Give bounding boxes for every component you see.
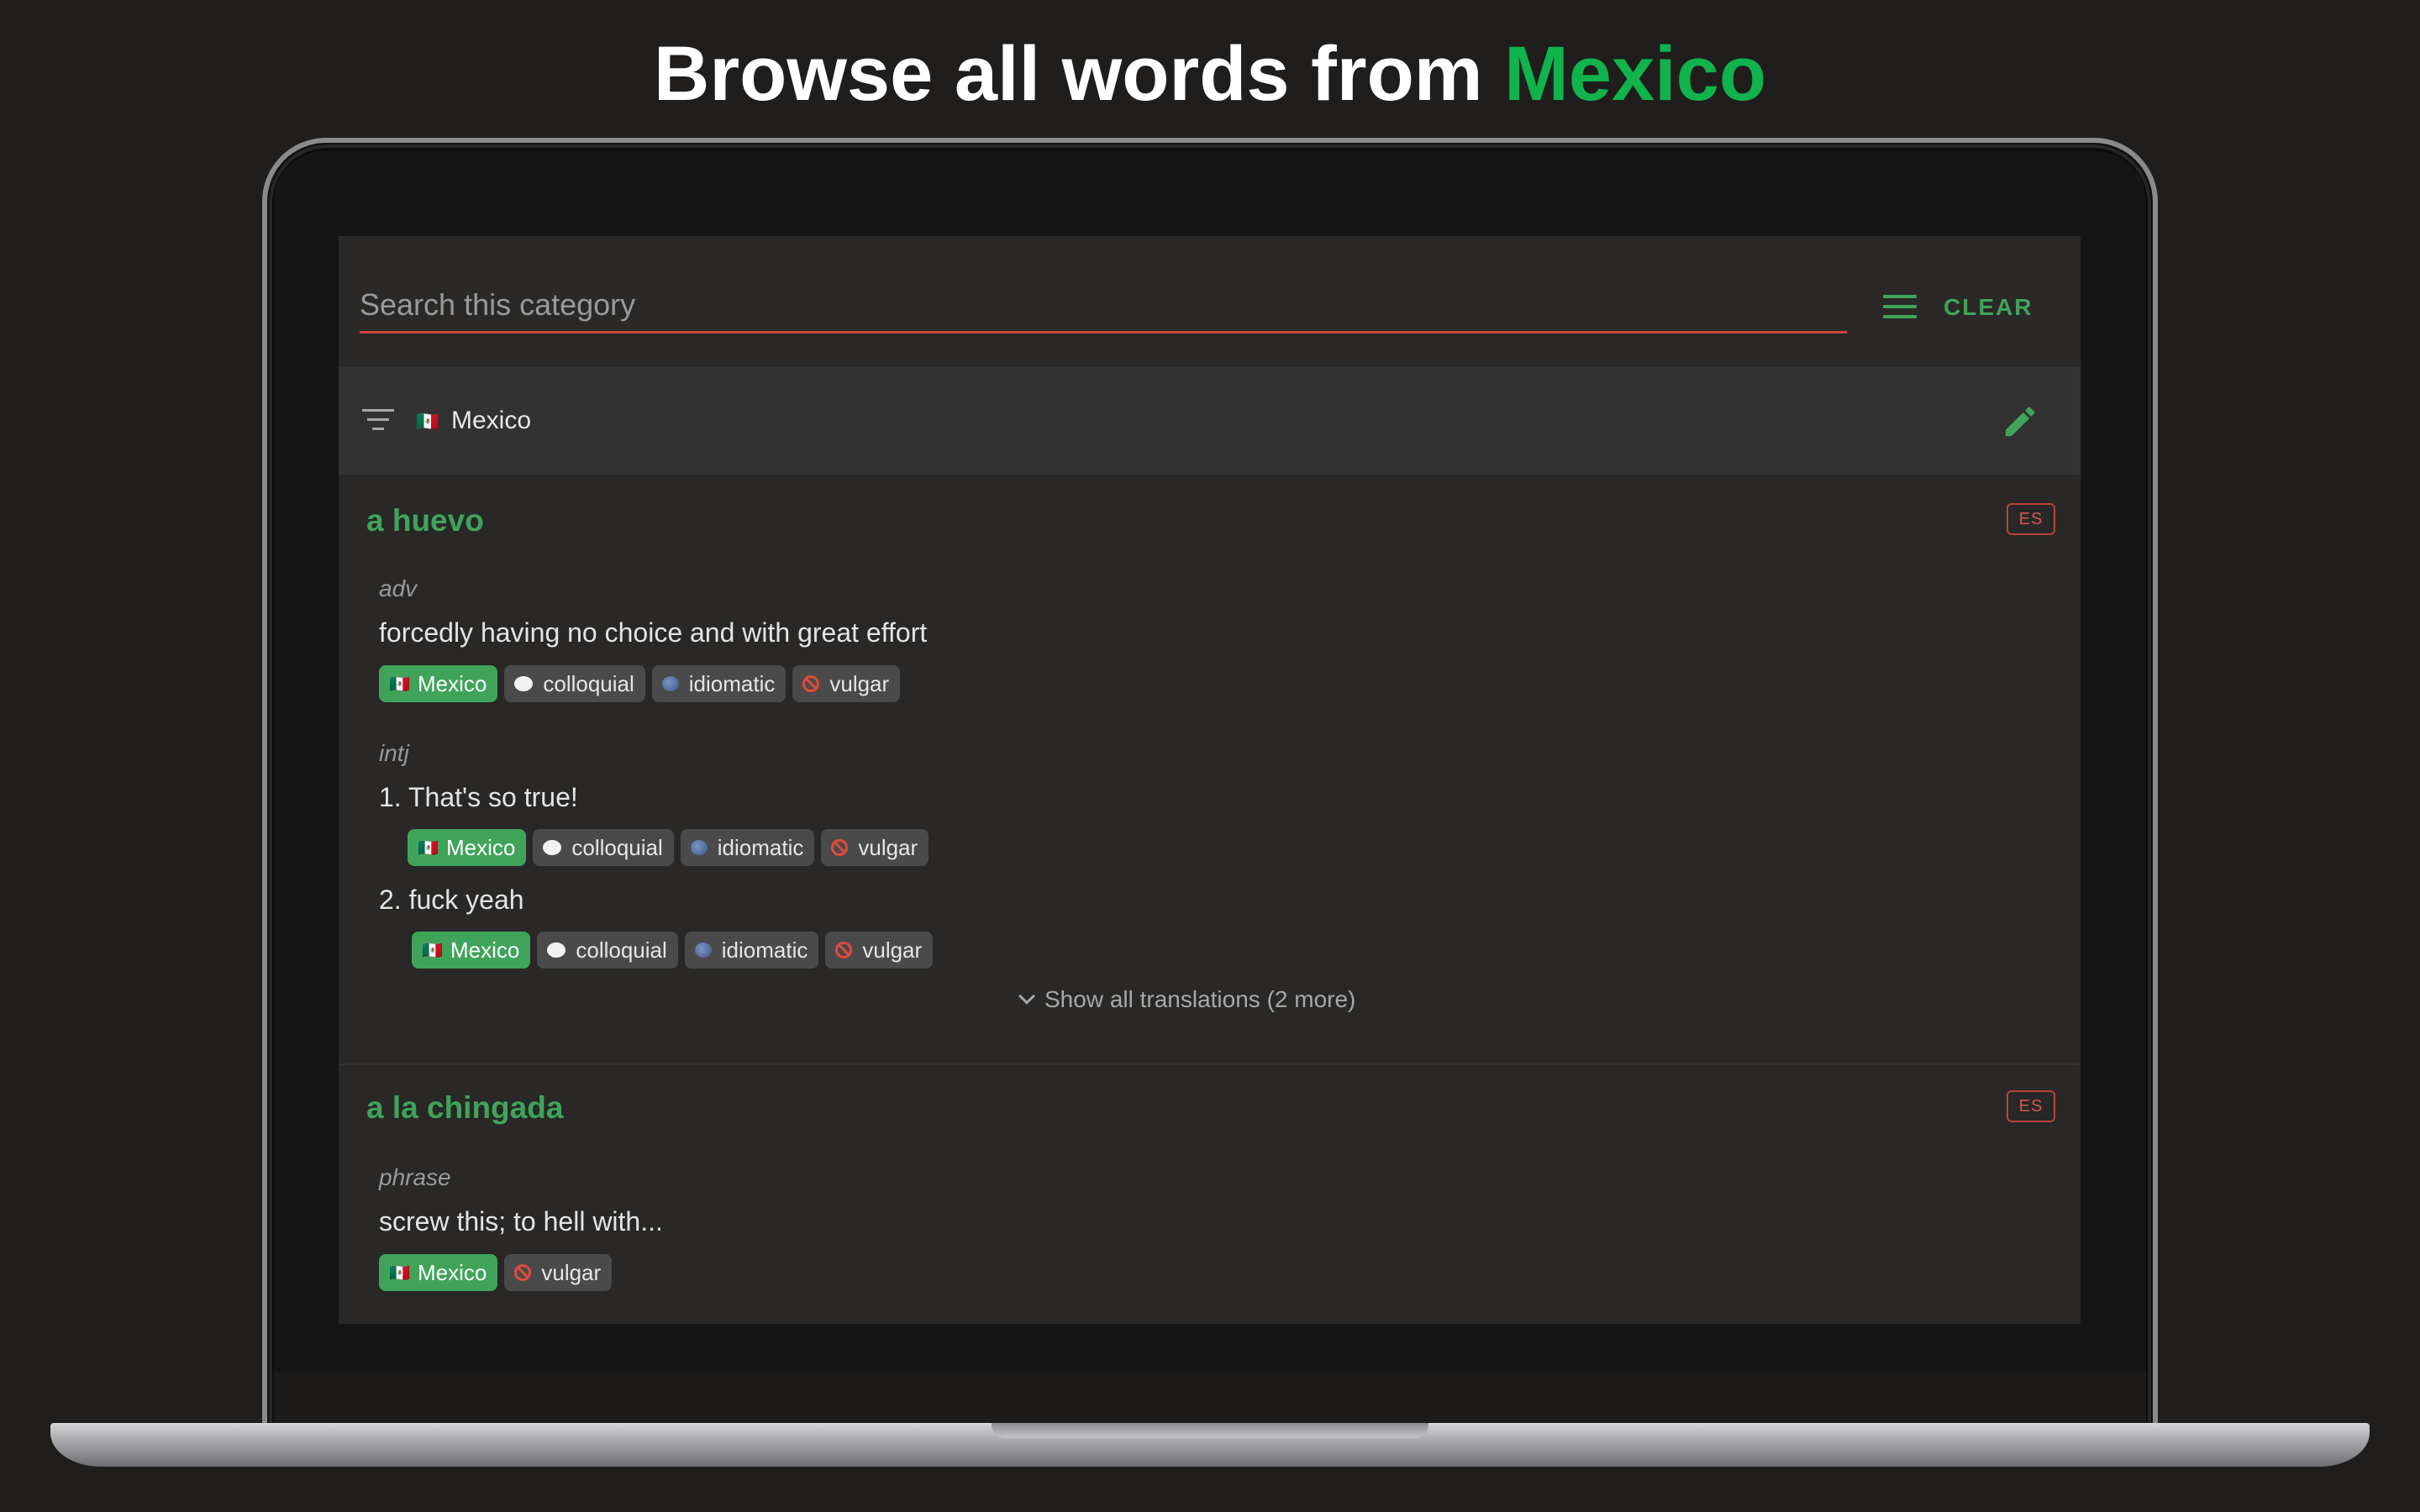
tag-label: Mexico <box>418 1259 487 1285</box>
prohibited-icon <box>802 675 820 692</box>
mexico-flag-icon: 🇲🇽 <box>389 1263 410 1283</box>
tag-list: 🇲🇽 Mexico colloquial idiomatic vulgar <box>379 665 901 702</box>
clear-button[interactable]: CLEAR <box>1944 288 2033 327</box>
tag-label: idiomatic <box>717 834 804 860</box>
tag-label: colloquial <box>543 670 634 696</box>
tag-mexico[interactable]: 🇲🇽 Mexico <box>379 1254 498 1291</box>
tag-label: Mexico <box>450 937 520 963</box>
tag-vulgar[interactable]: vulgar <box>504 1254 613 1291</box>
tag-label: vulgar <box>829 670 890 696</box>
pencil-icon[interactable] <box>2001 402 2039 441</box>
tag-label: Mexico <box>446 834 516 860</box>
screen-bottom-bezel <box>274 1373 2146 1425</box>
filter-bar: 🇲🇽 Mexico <box>339 367 2081 475</box>
language-badge: ES <box>2007 1090 2055 1122</box>
word-entry[interactable]: a la chingada ES phrase screw this; to h… <box>339 1065 2081 1324</box>
definition: forcedly having no choice and with great… <box>379 617 928 648</box>
tag-vulgar[interactable]: vulgar <box>792 665 901 702</box>
tag-label: colloquial <box>571 834 663 860</box>
speech-bubble-icon <box>514 676 534 691</box>
tag-vulgar[interactable]: vulgar <box>825 932 934 969</box>
app-window: CLEAR 🇲🇽 Mexico a huevo ES adv forcedly … <box>339 236 2081 1324</box>
tag-idiomatic[interactable]: idiomatic <box>680 829 815 866</box>
mexico-flag-icon: 🇲🇽 <box>389 675 410 694</box>
search-bar: CLEAR <box>339 236 2081 367</box>
headline-accent: Mexico <box>1504 31 1767 117</box>
tag-label: vulgar <box>858 834 918 860</box>
idiom-icon <box>694 942 712 958</box>
filter-icon[interactable] <box>362 409 394 434</box>
definition: 2. fuck yeah <box>379 885 524 915</box>
mexico-flag-icon: 🇲🇽 <box>422 941 443 960</box>
tag-label: vulgar <box>541 1259 602 1285</box>
part-of-speech: adv <box>379 575 418 601</box>
word-title[interactable]: a huevo <box>366 503 484 538</box>
tag-label: idiomatic <box>721 937 808 963</box>
filter-label: Mexico <box>451 407 532 434</box>
speech-bubble-icon <box>547 942 566 958</box>
tag-idiomatic[interactable]: idiomatic <box>651 665 786 702</box>
part-of-speech: phrase <box>379 1164 451 1190</box>
tag-mexico[interactable]: 🇲🇽 Mexico <box>379 665 498 702</box>
tag-list: 🇲🇽 Mexico vulgar <box>379 1254 613 1291</box>
tag-vulgar[interactable]: vulgar <box>821 829 929 866</box>
search-input[interactable] <box>360 278 1847 333</box>
tag-colloquial[interactable]: colloquial <box>537 932 678 969</box>
prohibited-icon <box>514 1264 532 1281</box>
speech-bubble-icon <box>543 840 562 855</box>
tag-colloquial[interactable]: colloquial <box>533 829 674 866</box>
word-entry[interactable]: a huevo ES adv forcedly having no choice… <box>339 475 2081 1065</box>
tag-mexico[interactable]: 🇲🇽 Mexico <box>408 829 527 866</box>
tag-label: Mexico <box>418 670 487 696</box>
tag-label: idiomatic <box>688 670 776 696</box>
definition: screw this; to hell with... <box>379 1206 663 1236</box>
show-all-label: Show all translations (2 more) <box>1044 986 1356 1012</box>
tag-list: 🇲🇽 Mexico colloquial idiomatic vulgar <box>412 932 934 969</box>
headline: Browse all words from Mexico <box>0 30 2420 118</box>
tag-list: 🇲🇽 Mexico colloquial idiomatic vulgar <box>408 829 929 866</box>
word-title[interactable]: a la chingada <box>366 1090 563 1126</box>
show-all-translations-button[interactable]: Show all translations (2 more) <box>1018 986 1356 1013</box>
tag-mexico[interactable]: 🇲🇽 Mexico <box>412 932 531 969</box>
tag-colloquial[interactable]: colloquial <box>504 665 645 702</box>
tag-idiomatic[interactable]: idiomatic <box>684 932 819 969</box>
chevron-down-icon <box>1018 988 1035 1005</box>
laptop-notch <box>992 1423 1428 1438</box>
mexico-flag-icon: 🇲🇽 <box>416 411 439 432</box>
idiom-icon <box>690 840 708 855</box>
definition: 1. That's so true! <box>379 782 578 812</box>
idiom-icon <box>661 676 679 691</box>
part-of-speech: intj <box>379 740 409 766</box>
mexico-flag-icon: 🇲🇽 <box>418 838 439 858</box>
headline-text: Browse all words from <box>653 31 1505 117</box>
menu-icon[interactable] <box>1883 295 1917 320</box>
tag-label: vulgar <box>862 937 923 963</box>
tag-label: colloquial <box>576 937 667 963</box>
prohibited-icon <box>831 839 849 856</box>
prohibited-icon <box>835 942 853 958</box>
language-badge: ES <box>2007 503 2055 535</box>
